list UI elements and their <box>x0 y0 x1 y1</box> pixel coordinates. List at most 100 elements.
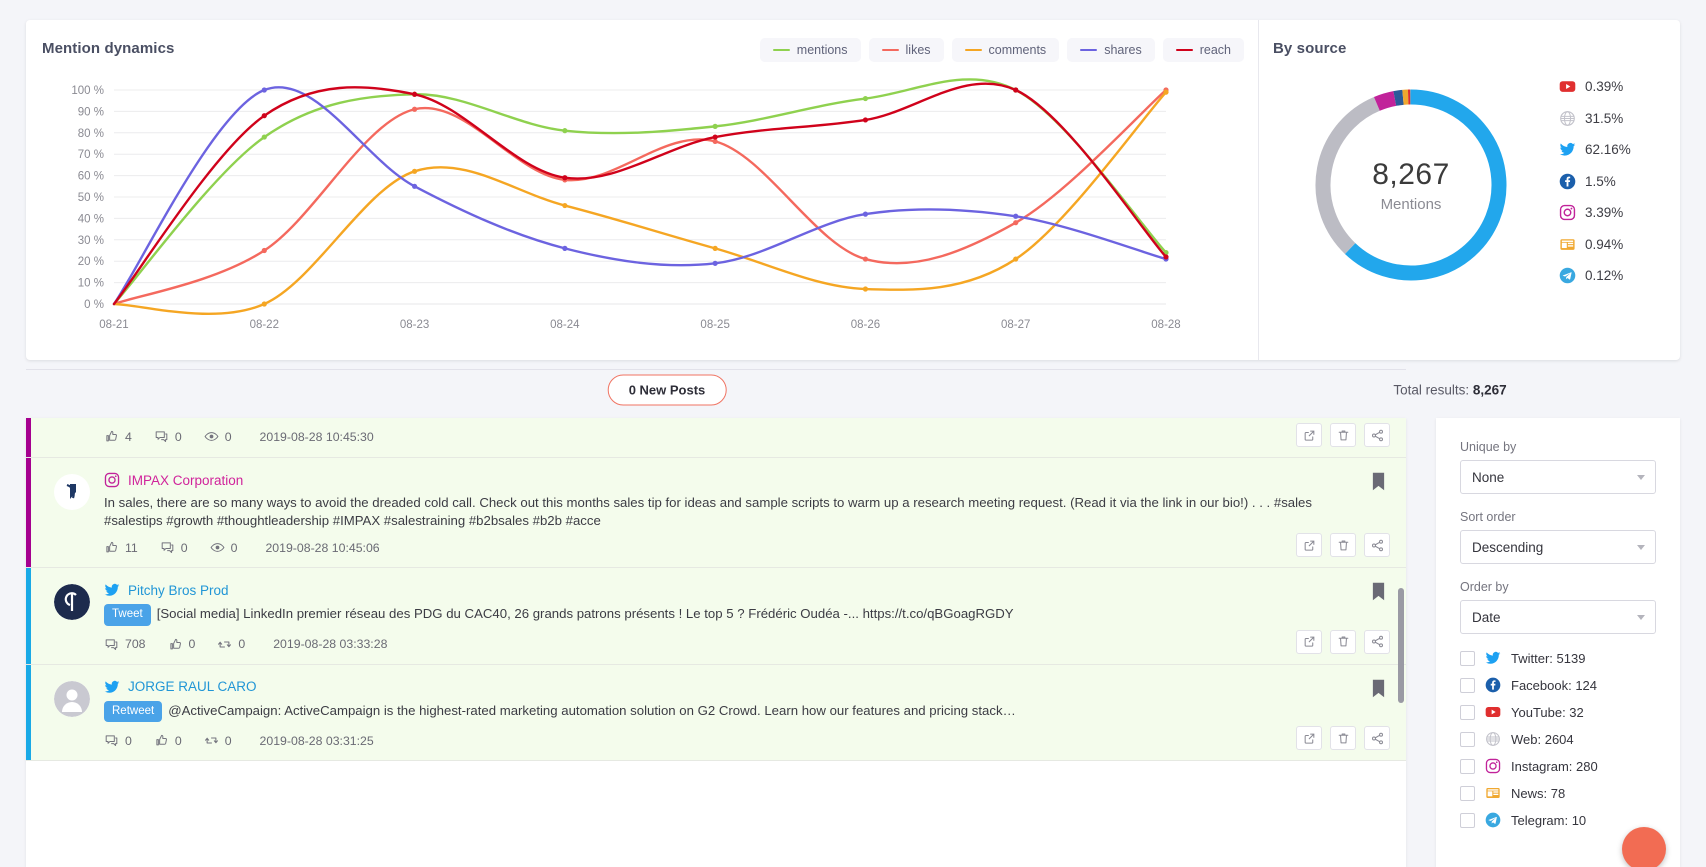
data-point[interactable] <box>562 202 568 209</box>
source-legend-row-facebook[interactable]: 1.5% <box>1559 173 1631 190</box>
delete-post-button[interactable] <box>1330 726 1356 750</box>
twitter-icon <box>104 582 120 598</box>
post-body: Pitchy Bros Prod Tweet [Social media] Link… <box>104 582 1336 652</box>
filter-checkbox[interactable] <box>1460 812 1475 828</box>
post-body-text: In sales, there are so many ways to avoi… <box>104 495 1312 528</box>
source-percent: 1.5% <box>1585 173 1616 189</box>
data-point[interactable] <box>712 134 718 140</box>
y-axis-tick: 80 % <box>78 128 104 140</box>
filter-checkbox[interactable] <box>1460 650 1475 666</box>
filter-row-news[interactable]: News: 78 <box>1460 785 1656 801</box>
bookmark-icon[interactable] <box>1371 582 1386 606</box>
post-metric-value: 0 <box>224 429 232 444</box>
y-axis-tick: 50 % <box>78 192 104 204</box>
bookmark-icon[interactable] <box>1371 679 1386 703</box>
delete-post-button[interactable] <box>1330 629 1356 654</box>
data-point[interactable] <box>411 168 418 174</box>
delete-post-button[interactable] <box>1330 533 1356 557</box>
source-legend-row-instagram[interactable]: 3.39% <box>1559 204 1631 221</box>
filter-checkbox[interactable] <box>1460 704 1475 720</box>
post-author[interactable]: Pitchy Bros Prod <box>128 583 229 598</box>
post-metric-value: 0 <box>230 540 238 555</box>
data-point[interactable] <box>562 175 568 181</box>
post-meta: 708 0 0 2019-08-28 03:33:28 <box>104 637 1336 652</box>
open-post-button[interactable] <box>1296 533 1322 557</box>
post-meta: 4 0 0 2019-08-28 10:45:30 <box>104 429 1336 444</box>
legend-item-comments[interactable]: comments <box>951 38 1060 62</box>
post-author[interactable]: JORGE RAUL CARO <box>128 679 257 694</box>
unique-by-select[interactable]: None <box>1460 460 1656 494</box>
share-post-button[interactable] <box>1364 726 1390 750</box>
source-percent: 0.12% <box>1585 268 1624 283</box>
source-legend-row-twitter[interactable]: 62.16% <box>1559 141 1631 158</box>
new-posts-button[interactable]: 0 New Posts <box>607 374 727 406</box>
bookmark-icon[interactable] <box>1371 472 1386 496</box>
data-point[interactable] <box>261 113 267 119</box>
filter-row-web[interactable]: Web: 2604 <box>1460 731 1656 747</box>
source-legend-row-news[interactable]: 0.94% <box>1559 236 1631 253</box>
filter-checkbox[interactable] <box>1460 785 1475 801</box>
filter-checkbox[interactable] <box>1460 758 1475 774</box>
data-point[interactable] <box>562 128 568 134</box>
data-point[interactable] <box>562 245 568 251</box>
unique-by-value: None <box>1472 469 1505 485</box>
data-point[interactable] <box>261 134 267 140</box>
legend-item-mentions[interactable]: mentions <box>759 38 861 62</box>
series-line-shares <box>112 86 1168 306</box>
post-metric-value: 0 <box>174 429 182 444</box>
data-point[interactable] <box>1013 87 1019 93</box>
data-point[interactable] <box>1163 254 1169 260</box>
data-point[interactable] <box>411 91 418 97</box>
data-point[interactable] <box>712 123 718 129</box>
filter-checkbox[interactable] <box>1460 677 1475 693</box>
post-author[interactable]: IMPAX Corporation <box>128 473 243 488</box>
delete-post-button[interactable] <box>1330 423 1356 447</box>
floating-action-button[interactable] <box>1622 827 1666 867</box>
data-point[interactable] <box>712 260 718 266</box>
data-point[interactable] <box>862 211 869 217</box>
share-post-button[interactable] <box>1364 629 1390 654</box>
data-point[interactable] <box>261 301 267 307</box>
data-point[interactable] <box>411 106 418 112</box>
data-point[interactable] <box>862 95 869 102</box>
data-point[interactable] <box>1013 220 1019 226</box>
post-body: IMPAX Corporation In sales, there are so … <box>104 472 1336 555</box>
data-point[interactable] <box>261 247 267 254</box>
legend-item-reach[interactable]: reach <box>1162 38 1244 62</box>
order-by-select[interactable]: Date <box>1460 600 1656 634</box>
legend-item-shares[interactable]: shares <box>1067 38 1155 62</box>
filter-row-youtube[interactable]: YouTube: 32 <box>1460 704 1656 720</box>
data-point[interactable] <box>1163 89 1169 95</box>
post-accent-bar <box>26 568 31 664</box>
filter-label: Telegram: 10 <box>1511 812 1587 828</box>
data-point[interactable] <box>862 117 869 123</box>
x-axis-tick: 08-26 <box>851 319 880 331</box>
series-line-mentions <box>112 78 1168 306</box>
open-post-button[interactable] <box>1296 726 1322 750</box>
data-point[interactable] <box>411 183 418 189</box>
web-icon <box>1485 731 1501 747</box>
source-legend-row-web[interactable]: 31.5% <box>1559 110 1631 127</box>
filter-checkbox[interactable] <box>1460 731 1475 747</box>
data-point[interactable] <box>1013 256 1019 262</box>
open-post-button[interactable] <box>1296 629 1322 654</box>
share-post-button[interactable] <box>1364 423 1390 447</box>
filter-row-instagram[interactable]: Instagram: 280 <box>1460 758 1656 774</box>
filter-row-telegram[interactable]: Telegram: 10 <box>1460 812 1656 828</box>
data-point[interactable] <box>1013 213 1019 219</box>
filter-row-facebook[interactable]: Facebook: 124 <box>1460 677 1656 693</box>
feed-scrollbar[interactable] <box>1398 588 1404 703</box>
data-point[interactable] <box>261 87 267 93</box>
source-legend-row-youtube[interactable]: 0.39% <box>1559 78 1631 95</box>
open-post-button[interactable] <box>1296 423 1322 447</box>
post-actions <box>1296 533 1390 557</box>
source-legend-row-telegram[interactable]: 0.12% <box>1559 267 1631 284</box>
filter-row-twitter[interactable]: Twitter: 5139 <box>1460 650 1656 666</box>
data-point[interactable] <box>712 245 718 251</box>
comment-icon <box>160 540 175 555</box>
sort-order-select[interactable]: Descending <box>1460 530 1656 564</box>
data-point[interactable] <box>862 256 869 262</box>
data-point[interactable] <box>862 286 869 292</box>
legend-item-likes[interactable]: likes <box>868 38 944 62</box>
share-post-button[interactable] <box>1364 533 1390 557</box>
